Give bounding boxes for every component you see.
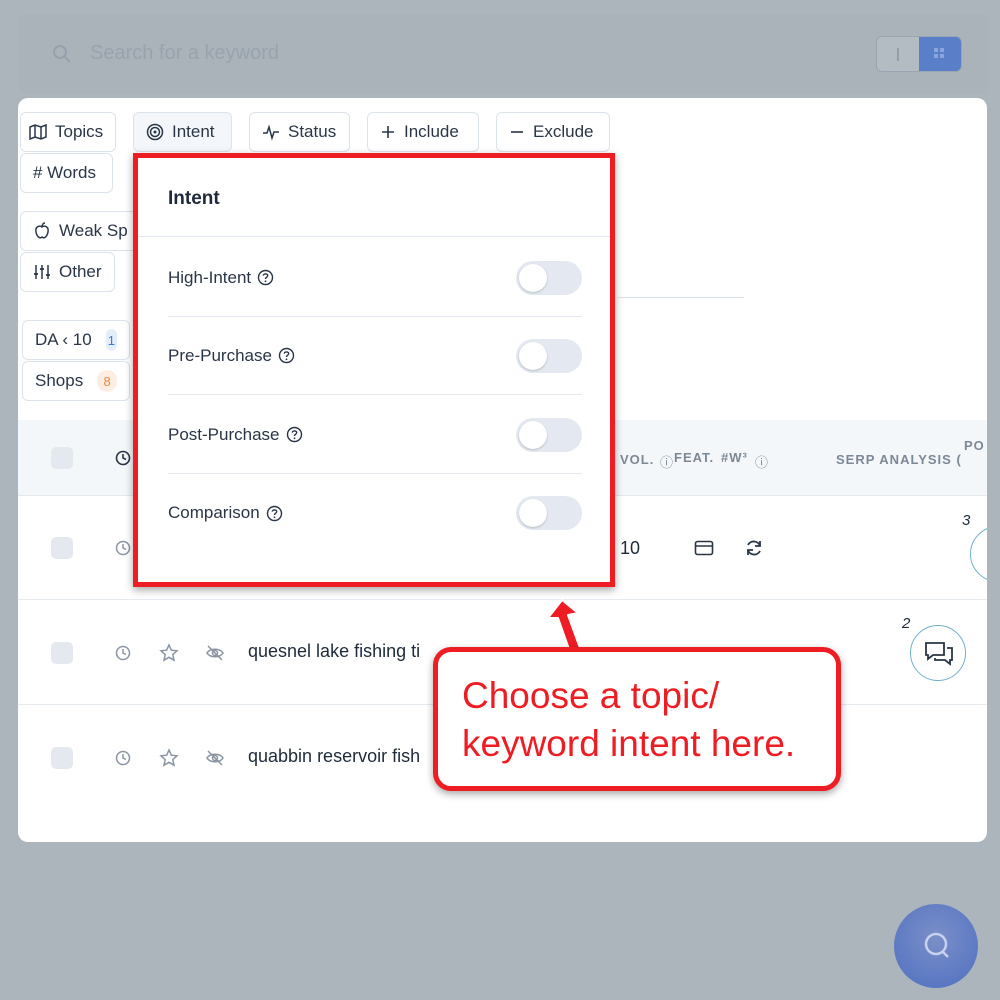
toggle-knob bbox=[519, 263, 547, 292]
column-feat[interactable]: FEAT. bbox=[674, 450, 714, 465]
intent-option-pre-purchase: Pre-Purchase bbox=[168, 317, 582, 395]
eye-off-icon[interactable] bbox=[205, 643, 225, 663]
topics-filter-button[interactable]: Topics bbox=[20, 112, 116, 152]
option-label: High-Intent bbox=[168, 267, 252, 287]
list-view-icon[interactable]: | bbox=[891, 45, 905, 63]
words-filter-button[interactable]: # Words bbox=[20, 153, 113, 193]
exclude-filter-button[interactable]: Exclude bbox=[496, 112, 610, 152]
toggle-knob bbox=[519, 420, 547, 449]
refresh-icon[interactable] bbox=[744, 538, 764, 558]
grid-view-icon[interactable] bbox=[919, 37, 961, 71]
include-label: Include bbox=[404, 122, 459, 141]
row-checkbox[interactable] bbox=[51, 642, 73, 664]
high-intent-toggle[interactable] bbox=[516, 260, 582, 295]
intent-option-comparison: Comparison bbox=[168, 474, 582, 552]
help-icon[interactable] bbox=[266, 505, 283, 522]
help-chat-button[interactable] bbox=[894, 904, 978, 988]
count-badge: 8 bbox=[97, 370, 117, 392]
chat-icon bbox=[925, 642, 953, 666]
exclude-label: Exclude bbox=[533, 122, 594, 141]
column-words[interactable]: #W³ bbox=[721, 450, 748, 465]
post-purchase-toggle[interactable] bbox=[516, 417, 582, 452]
quick-filter-label: DA ‹ 10 bbox=[35, 330, 92, 349]
dropdown-title: Intent bbox=[168, 188, 220, 209]
card-icon[interactable] bbox=[694, 539, 714, 557]
intent-option-high-intent: High-Intent bbox=[168, 239, 582, 317]
target-icon bbox=[146, 123, 164, 141]
help-icon[interactable] bbox=[286, 426, 303, 443]
search-icon bbox=[53, 45, 71, 63]
column-serp-analysis[interactable]: SERP ANALYSIS ( bbox=[836, 452, 962, 467]
volume-value: 10 bbox=[620, 538, 641, 558]
comment-button[interactable] bbox=[910, 625, 966, 681]
help-icon[interactable] bbox=[257, 269, 274, 286]
activity-icon bbox=[263, 124, 279, 141]
status-label: Status bbox=[288, 122, 337, 141]
apple-icon bbox=[35, 222, 49, 239]
intent-dropdown: Intent High-Intent Pre-Purchase Post-Pur… bbox=[133, 153, 615, 587]
minus-icon bbox=[511, 131, 523, 133]
weak-spots-filter-button[interactable]: Weak Sp bbox=[20, 211, 140, 251]
clock-icon[interactable] bbox=[115, 540, 131, 556]
quick-filter-da[interactable]: DA ‹ 10 1 bbox=[22, 320, 130, 360]
intent-filter-button[interactable]: Intent bbox=[133, 112, 232, 152]
other-filter-button[interactable]: Other bbox=[20, 252, 115, 292]
star-icon[interactable] bbox=[159, 748, 179, 768]
map-icon bbox=[29, 123, 47, 141]
toggle-knob bbox=[519, 499, 547, 527]
select-all-checkbox[interactable] bbox=[51, 447, 73, 469]
intent-label: Intent bbox=[172, 122, 215, 141]
sliders-icon bbox=[34, 265, 50, 279]
intent-option-post-purchase: Post-Purchase bbox=[168, 396, 582, 474]
annotation-callout: Choose a topic/ keyword intent here. bbox=[433, 647, 841, 791]
weak-spots-label: Weak Sp bbox=[59, 221, 128, 240]
rank-number: 2 bbox=[902, 615, 911, 632]
info-icon: ⓘ bbox=[755, 455, 770, 470]
keyword-text[interactable]: quabbin reservoir fish bbox=[248, 746, 420, 767]
quick-filter-label: Shops bbox=[35, 371, 84, 390]
row-checkbox[interactable] bbox=[51, 537, 73, 559]
divider bbox=[618, 297, 744, 298]
divider bbox=[138, 236, 610, 237]
option-label: Post-Purchase bbox=[168, 424, 280, 444]
pre-purchase-toggle[interactable] bbox=[516, 338, 582, 373]
rank-number: 3 bbox=[962, 512, 971, 529]
column-po[interactable]: PO bbox=[964, 438, 985, 453]
plus-icon bbox=[382, 126, 394, 138]
option-label: Comparison bbox=[168, 503, 260, 522]
star-icon[interactable] bbox=[159, 643, 179, 663]
include-filter-button[interactable]: Include bbox=[367, 112, 479, 152]
info-icon: ⓘ bbox=[660, 455, 675, 470]
column-vol[interactable]: VOL. bbox=[620, 452, 654, 467]
comparison-toggle[interactable] bbox=[516, 496, 582, 530]
search-input[interactable]: Search for a keyword bbox=[90, 42, 279, 65]
comment-button[interactable] bbox=[970, 526, 987, 582]
toggle-knob bbox=[519, 341, 547, 370]
chat-bubble-icon bbox=[924, 932, 949, 958]
keyword-text[interactable]: quesnel lake fishing ti bbox=[248, 641, 420, 662]
clock-icon bbox=[115, 450, 131, 466]
topics-label: Topics bbox=[55, 122, 104, 141]
other-label: Other bbox=[59, 262, 102, 281]
eye-off-icon[interactable] bbox=[205, 748, 225, 768]
view-toggle[interactable]: | bbox=[876, 36, 962, 72]
status-filter-button[interactable]: Status bbox=[249, 112, 350, 152]
help-icon[interactable] bbox=[278, 347, 295, 364]
search-bar: Search for a keyword | bbox=[18, 14, 988, 94]
clock-icon[interactable] bbox=[115, 750, 131, 766]
row-checkbox[interactable] bbox=[51, 747, 73, 769]
count-badge: 1 bbox=[105, 329, 117, 351]
words-label: # Words bbox=[33, 163, 96, 182]
option-label: Pre-Purchase bbox=[168, 345, 272, 365]
quick-filter-shops[interactable]: Shops 8 bbox=[22, 361, 130, 401]
clock-icon[interactable] bbox=[115, 645, 131, 661]
callout-text: Choose a topic/ keyword intent here. bbox=[462, 675, 796, 764]
